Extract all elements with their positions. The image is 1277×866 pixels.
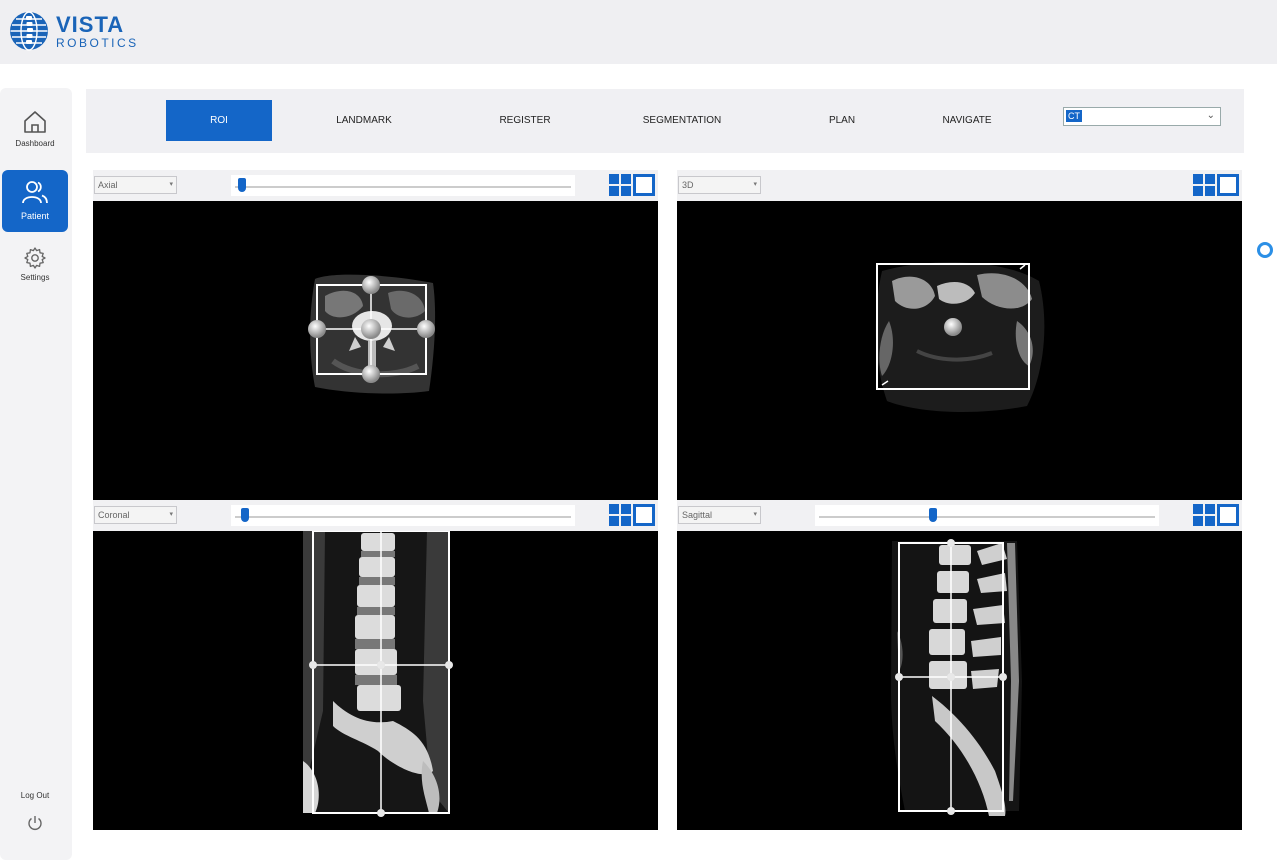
view-select-value: 3D [682, 180, 694, 190]
view-select[interactable]: Sagittal ▾ [678, 506, 761, 524]
status-indicator-icon[interactable] [1257, 242, 1273, 258]
slider-thumb[interactable] [929, 508, 938, 522]
view-select-value: Sagittal [682, 510, 713, 520]
sidebar-item-dashboard[interactable]: Dashboard [2, 106, 68, 168]
gear-icon [24, 247, 46, 269]
slice-slider[interactable] [231, 505, 575, 526]
axial-image[interactable] [93, 201, 658, 500]
grid-layout-icon[interactable] [609, 504, 631, 526]
slider-thumb[interactable] [241, 508, 250, 522]
sidebar-item-label: Patient [20, 211, 50, 221]
view-select[interactable]: Coronal ▾ [94, 506, 177, 524]
globe-spine-logo-icon [10, 11, 48, 51]
single-layout-icon[interactable] [1217, 174, 1239, 196]
sidebar-item-label: Dashboard [15, 139, 55, 148]
brand-name: VISTA [56, 11, 125, 37]
coronal-image[interactable] [93, 531, 658, 830]
viewport-toolbar: Axial ▾ [93, 170, 658, 201]
slider-track [235, 186, 571, 188]
grid-layout-icon[interactable] [1193, 504, 1215, 526]
view-select[interactable]: 3D ▾ [678, 176, 761, 194]
sagittal-ct-slice [891, 539, 1022, 816]
slider-track [235, 516, 571, 518]
single-layout-icon[interactable] [633, 504, 655, 526]
viewport-coronal: Coronal ▾ [93, 500, 658, 830]
sagittal-image[interactable] [677, 531, 1242, 830]
viewport-toolbar: Sagittal ▾ [677, 500, 1242, 531]
sidebar: Dashboard Patient Settings Log Out [0, 88, 72, 860]
slice-slider[interactable] [815, 505, 1159, 526]
viewport-toolbar: 3D ▾ [677, 170, 1242, 201]
sidebar-item-label: Settings [20, 273, 50, 282]
logout-button[interactable]: Log Out [2, 788, 68, 838]
brand-subname: ROBOTICS [56, 35, 139, 50]
view-select-value: Axial [98, 180, 118, 190]
chevron-down-icon: ▾ [169, 181, 173, 188]
tab-register[interactable]: REGISTER [475, 100, 575, 141]
axial-ct-slice [308, 274, 436, 394]
user-group-icon [22, 181, 48, 204]
top-bar: VISTA ROBOTICS [0, 0, 1277, 64]
modality-value: CT [1066, 110, 1082, 122]
3d-image[interactable] [677, 201, 1242, 500]
viewport-toolbar: Coronal ▾ [93, 500, 658, 531]
single-layout-icon[interactable] [1217, 504, 1239, 526]
tab-navigate[interactable]: NAVIGATE [922, 100, 1012, 141]
tab-plan[interactable]: PLAN [802, 100, 882, 141]
viewport-3d: 3D ▾ [677, 170, 1242, 500]
3d-volume-render [875, 262, 1045, 413]
tab-landmark[interactable]: LANDMARK [314, 100, 414, 141]
viewport-axial: Axial ▾ [93, 170, 658, 500]
modality-select[interactable]: CT ⌄ [1063, 107, 1221, 126]
chevron-down-icon: ▾ [169, 511, 173, 518]
workflow-tab-bar: ROI LANDMARK REGISTER SEGMENTATION PLAN … [86, 89, 1244, 153]
brand-logo: VISTA ROBOTICS [8, 10, 139, 52]
tab-segmentation[interactable]: SEGMENTATION [626, 100, 738, 141]
sidebar-item-patient[interactable]: Patient [2, 170, 68, 232]
sidebar-item-settings[interactable]: Settings [2, 246, 68, 308]
chevron-down-icon: ▾ [753, 511, 757, 518]
single-layout-icon[interactable] [633, 174, 655, 196]
viewport-sagittal: Sagittal ▾ [677, 500, 1242, 830]
grid-layout-icon[interactable] [609, 174, 631, 196]
slice-slider[interactable] [231, 175, 575, 196]
chevron-down-icon: ⌄ [1206, 110, 1215, 121]
view-select[interactable]: Axial ▾ [94, 176, 177, 194]
slider-thumb[interactable] [237, 178, 246, 192]
tab-roi[interactable]: ROI [166, 100, 272, 141]
power-icon [28, 816, 42, 830]
coronal-ct-slice [303, 531, 453, 817]
logout-label: Log Out [20, 791, 50, 800]
view-select-value: Coronal [98, 510, 130, 520]
grid-layout-icon[interactable] [1193, 174, 1215, 196]
slider-track [819, 516, 1155, 518]
chevron-down-icon: ▾ [753, 181, 757, 188]
home-icon [24, 111, 46, 133]
